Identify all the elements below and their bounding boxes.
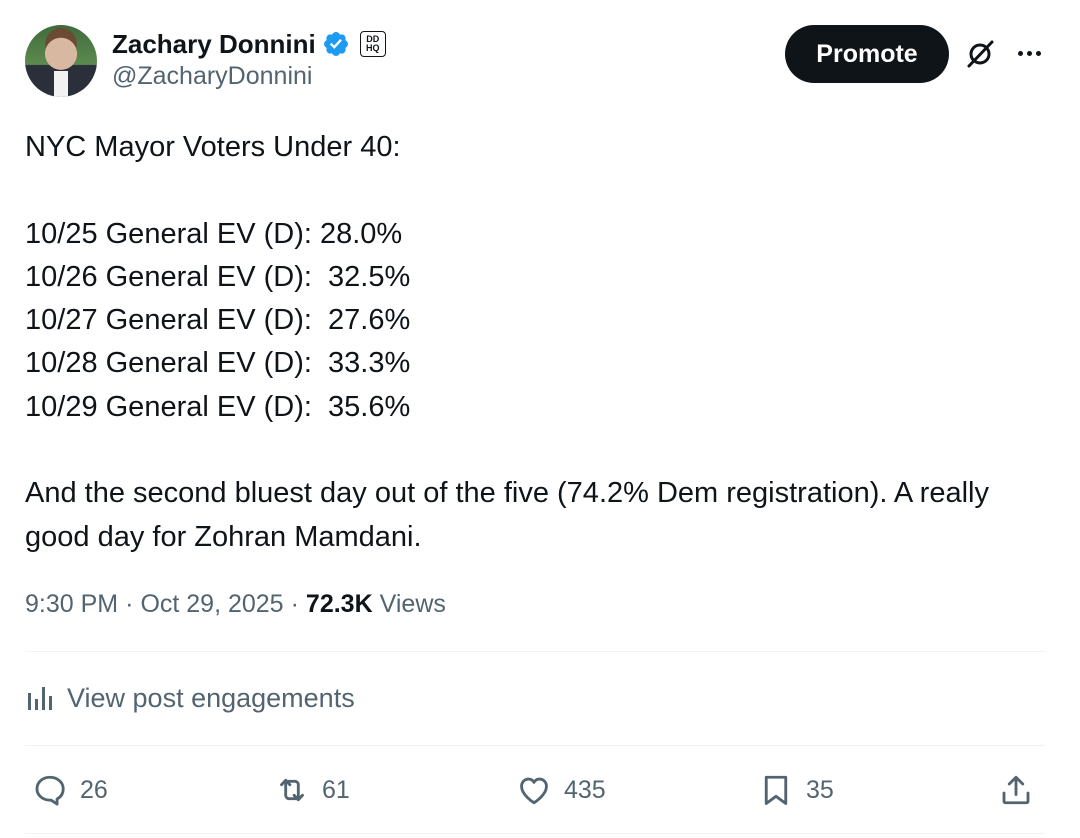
bookmark-count: 35 xyxy=(806,775,834,804)
post-line-title: NYC Mayor Voters Under 40: xyxy=(25,131,401,163)
analytics-icon xyxy=(28,687,52,710)
affiliate-badge-icon[interactable]: DD HQ xyxy=(359,31,386,57)
verified-badge-icon[interactable] xyxy=(322,30,350,58)
post-line-blank-2 xyxy=(25,429,1045,472)
avatar[interactable] xyxy=(25,25,97,97)
views-label: Views xyxy=(379,589,446,618)
reply-icon xyxy=(35,775,65,806)
divider xyxy=(25,745,1045,746)
author-display-name[interactable]: Zachary Donnini xyxy=(112,29,316,60)
affiliate-badge-bottom: HQ xyxy=(365,43,380,53)
post-line-1025: 10/25 General EV (D): 28.0% xyxy=(25,217,403,250)
post-closing-paragraph: And the second bluest day out of the fiv… xyxy=(25,477,989,553)
repost-count: 61 xyxy=(322,775,350,804)
share-icon xyxy=(1002,775,1030,805)
grok-icon[interactable] xyxy=(963,37,997,71)
like-button[interactable]: 435 xyxy=(516,765,606,815)
post-date[interactable]: Oct 29, 2025 xyxy=(140,590,283,619)
post-line-1027: 10/27 General EV (D): 27.6% xyxy=(25,304,411,337)
post-line-1029: 10/29 General EV (D): 35.6% xyxy=(25,390,411,423)
heart-icon xyxy=(520,777,548,805)
bookmark-icon xyxy=(764,775,788,805)
like-count: 435 xyxy=(564,775,606,804)
promote-button[interactable]: Promote xyxy=(785,25,949,83)
views-count: 72.3K xyxy=(305,589,373,618)
more-options-icon[interactable] xyxy=(1012,38,1046,68)
divider xyxy=(25,651,1045,652)
post-line-1028: 10/28 General EV (D): 33.3% xyxy=(25,347,411,380)
reply-button[interactable]: 26 xyxy=(32,765,108,815)
bookmark-button[interactable]: 35 xyxy=(758,765,834,815)
meta-separator: · xyxy=(290,589,299,618)
post-line-blank xyxy=(25,169,1045,212)
divider xyxy=(25,833,1045,834)
post-line-1026: 10/26 General EV (D): 32.5% xyxy=(25,260,411,293)
post-text: NYC Mayor Voters Under 40: 10/25 General… xyxy=(25,126,1045,559)
post-time[interactable]: 9:30 PM xyxy=(25,590,118,619)
repost-button[interactable]: 61 xyxy=(274,765,350,815)
reply-count: 26 xyxy=(80,775,108,804)
repost-icon xyxy=(280,778,304,802)
author-handle[interactable]: @ZacharyDonnini xyxy=(112,62,312,91)
share-button[interactable] xyxy=(998,765,1034,815)
action-bar: 26 61 435 35 xyxy=(0,765,1080,815)
view-engagements-link[interactable]: View post engagements xyxy=(25,678,355,718)
meta-separator: · xyxy=(125,589,134,618)
view-engagements-label: View post engagements xyxy=(67,682,355,713)
post-meta: 9:30 PM · Oct 29, 2025 · 72.3K Views xyxy=(25,586,446,622)
author-name-row: Zachary Donnini DD HQ xyxy=(112,26,386,62)
